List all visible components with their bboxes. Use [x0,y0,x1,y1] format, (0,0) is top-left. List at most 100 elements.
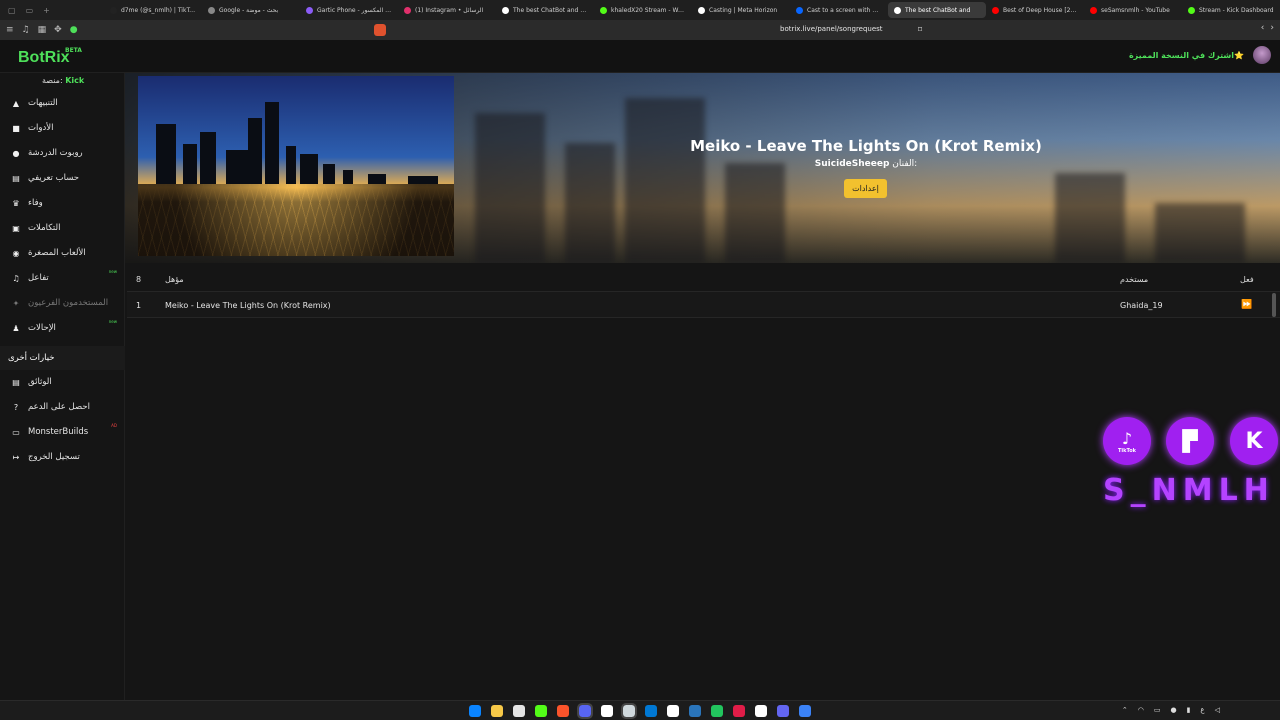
taskbar-app-icon[interactable] [557,705,569,717]
sidebar-item[interactable]: ▣ التكاملات [0,217,125,239]
browser-tab[interactable]: The best ChatBot and [888,2,986,18]
taskbar-app-icon[interactable] [799,705,811,717]
header-song[interactable]: مؤهل [165,275,184,284]
browser-tab[interactable]: Cast to a screen with Meta [790,2,888,18]
network-icon[interactable]: ▭ [1154,706,1161,714]
premium-link[interactable]: اشترك في النسخة المميزة⭐ [1129,51,1244,60]
browser-tab[interactable]: (1) Instagram • الرسائل [398,2,496,18]
sidebar-toggle-icon[interactable]: ▢ [8,6,16,15]
settings-button[interactable]: إعدادات [844,179,887,198]
user-avatar[interactable] [1253,46,1271,64]
taskbar-app-icon[interactable] [535,705,547,717]
sidebar-item-label: MonsterBuilds [28,427,89,437]
sidebar-item[interactable]: ♟ الإحالات new [0,317,125,339]
help-icon: ? [13,402,19,412]
sidebar-item[interactable]: ▤ الوثائق [0,371,125,393]
row-index: 1 [136,301,142,310]
window-controls: ▢ ▭ + [0,6,104,15]
sidebar-item[interactable]: ● روبوت الدردشة [0,142,125,164]
taskbar-app-icon[interactable] [755,705,767,717]
battery-icon[interactable]: ▮ [1187,706,1191,714]
music-icon[interactable]: ♫ [22,25,30,35]
taskbar-app-icon[interactable] [577,703,593,719]
wifi-icon[interactable]: ◠ [1138,706,1144,714]
skip-forward-icon[interactable]: ⏩ [1241,300,1252,310]
tab-title: Google - بحث - موضة [219,6,279,14]
sidebar-item[interactable]: ♫ تفاعل new [0,267,125,289]
language-indicator[interactable]: ع [1200,706,1204,714]
tab-favicon-icon [208,6,215,14]
taskbar-app-icon[interactable] [689,705,701,717]
taskbar-app-icon[interactable] [667,705,679,717]
tab-title: Casting | Meta Horizon [709,6,778,14]
tab-favicon-icon [894,6,901,14]
browser-tab[interactable]: khaledX20 Stream - Watch [594,2,692,18]
sidebar-item[interactable]: ▲ التنبيهات [0,92,125,114]
gamepad-icon: ◉ [12,248,20,258]
sidebar-item[interactable]: ♛ وفاء [0,192,125,214]
bookmark-icon[interactable]: ⌑ [918,25,922,34]
platform-indicator[interactable]: منصة: Kick [42,76,84,85]
workspace-icon[interactable]: ▭ [26,6,34,15]
sidebar-item-label: حساب تعريفي [28,173,80,183]
sidebar-item-label: الأدوات [28,123,54,133]
sidebar-item-label: روبوت الدردشة [28,148,83,158]
sidebar: منصة: Kick ▲ التنبيهات ■ الأدوات ● روبوت الدر… [0,73,125,700]
taskbar-app-icon[interactable] [621,703,637,719]
browser-tab[interactable]: Stream - Kick Dashboard [1182,2,1280,18]
header-user[interactable]: مستخدم [1120,275,1148,284]
taskbar-app-icon[interactable] [733,705,745,717]
monitor-icon: ▭ [12,427,20,437]
browser-tab[interactable]: The best ChatBot and Widg [496,2,594,18]
sidebar-item[interactable]: ◉ الألعاب المصغرة [0,242,125,264]
table-row[interactable]: 1 Meiko - Leave The Lights On (Krot Remix… [127,292,1280,318]
new-tab-icon[interactable]: + [43,6,50,15]
browser-tab[interactable]: Best of Deep House [2025] [986,2,1084,18]
sidebar-item[interactable]: ? احصل على الدعم [0,396,125,418]
sidebar-item[interactable]: ▤ حساب تعريفي [0,167,125,189]
sidebar-item-label: المستخدمون الفرعيون [28,298,109,308]
botrix-logo[interactable]: BotRix [18,49,70,67]
sidebar-item[interactable]: ↦ تسجيل الخروج [0,446,125,468]
sidebar-badge: AD [111,423,117,428]
mic-icon[interactable]: ● [1170,706,1176,714]
artist-name: SuicideSheeep [814,159,890,169]
forward-icon[interactable]: › [1270,23,1274,33]
taskbar-app-icon[interactable] [777,705,789,717]
system-tray: ⌃ ◠ ▭ ● ▮ ع ◁ [1122,706,1220,714]
volume-icon[interactable]: ◁ [1215,706,1220,714]
tab-title: d7me (@s_nmlh) | TikTok(5) [121,6,196,14]
sidebar-item[interactable]: ■ الأدوات [0,117,125,139]
browser-tab[interactable]: Google - بحث - موضة [202,2,300,18]
taskbar-app-icon[interactable] [513,705,525,717]
browser-tab[interactable]: d7me (@s_nmlh) | TikTok(5) [104,2,202,18]
taskbar-app-icon[interactable] [491,705,503,717]
tab-title: Gartic Phone - الكاتب المكسور [317,6,392,14]
docs-icon: ▤ [12,377,20,387]
puzzle-icon[interactable]: ✥ [54,25,62,35]
sidebar-item[interactable]: ▭ MonsterBuilds AD [0,421,125,443]
taskbar-app-icon[interactable] [601,705,613,717]
robot-icon: ● [12,148,20,158]
beta-badge: BETA [65,47,82,54]
now-playing-banner: Meiko - Leave The Lights On (Krot Remix)… [125,73,1280,263]
taskbar-app-icon[interactable] [645,705,657,717]
brave-shield-icon[interactable] [374,24,386,36]
tab-title: (1) Instagram • الرسائل [415,6,484,14]
back-icon[interactable]: ‹ [1261,23,1265,33]
browser-tab[interactable]: seSamsnmlh - YouTube [1084,2,1182,18]
browser-tab[interactable]: Gartic Phone - الكاتب المكسور [300,2,398,18]
url-field[interactable]: botrix.live/panel/songrequest [780,25,883,33]
vpn-icon[interactable]: ● [70,25,78,35]
tray-chevron-icon[interactable]: ⌃ [1122,706,1128,714]
tiktok-label: TikTok [1118,447,1136,454]
extension-icon[interactable]: ▦ [38,25,47,35]
sidebar-item[interactable]: ✦ المستخدمون الفرعيون [0,292,125,314]
taskbar-app-icon[interactable] [469,705,481,717]
queue-scrollbar[interactable] [1272,293,1276,317]
menu-icon[interactable]: ≡ [6,25,14,35]
song-queue-table: 8 مؤهل مستخدم فعل 1 Meiko - Leave The Lig… [127,266,1280,318]
browser-tab[interactable]: Casting | Meta Horizon [692,2,790,18]
tiktok-icon: ♪ TikTok [1103,417,1151,465]
taskbar-app-icon[interactable] [711,705,723,717]
